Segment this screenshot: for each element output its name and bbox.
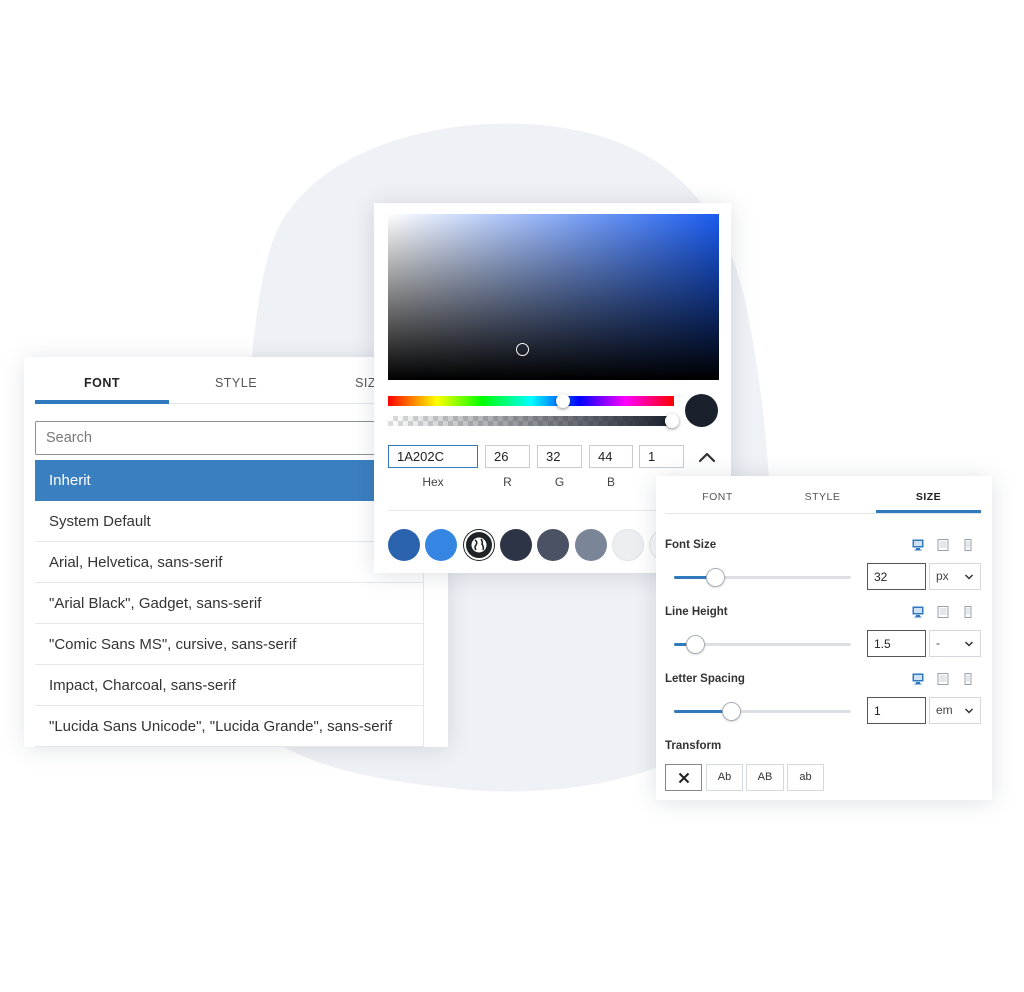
alpha-input[interactable]: [639, 445, 684, 468]
chevron-down-icon: [964, 708, 974, 714]
transform-capitalize-button[interactable]: Ab: [706, 764, 743, 791]
blue-input[interactable]: [589, 445, 633, 468]
unit-value: px: [936, 569, 949, 583]
color-swatch[interactable]: [425, 529, 457, 561]
letter-spacing-input[interactable]: [867, 697, 926, 724]
font-list-item[interactable]: System Default: [35, 501, 423, 542]
transform-lowercase-button[interactable]: ab: [787, 764, 824, 791]
color-swatch[interactable]: [388, 529, 420, 561]
alpha-slider-thumb[interactable]: [665, 414, 679, 428]
line-height-input[interactable]: [867, 630, 926, 657]
desktop-icon[interactable]: [912, 673, 924, 685]
letter-spacing-slider-knob[interactable]: [721, 702, 741, 721]
desktop-icon[interactable]: [912, 606, 924, 618]
color-swatch[interactable]: [500, 529, 532, 561]
red-input[interactable]: [485, 445, 530, 468]
chevron-down-icon: [964, 574, 974, 580]
font-size-unit-select[interactable]: px: [929, 563, 981, 590]
color-swatch[interactable]: [537, 529, 569, 561]
saturation-area[interactable]: [388, 214, 719, 380]
globe-icon: [464, 530, 494, 560]
line-height-slider[interactable]: [674, 635, 851, 654]
blue-label: B: [606, 475, 615, 489]
font-size-label: Font Size: [665, 539, 717, 551]
transform-label: Transform: [665, 740, 722, 752]
size-panel-tabs: FONT STYLE SIZE: [665, 476, 981, 514]
tablet-icon[interactable]: [937, 539, 949, 551]
line-height-unit-select[interactable]: -: [929, 630, 981, 657]
size-panel: FONT STYLE SIZE Font Size px Line Height: [656, 476, 992, 800]
hex-input[interactable]: [388, 445, 478, 468]
mobile-icon[interactable]: [962, 606, 974, 618]
tablet-icon[interactable]: [937, 606, 949, 618]
hue-slider-thumb[interactable]: [556, 394, 570, 408]
green-input[interactable]: [537, 445, 582, 468]
unit-value: em: [936, 703, 953, 717]
chevron-up-icon[interactable]: [695, 448, 719, 466]
color-swatch[interactable]: [612, 529, 644, 561]
letter-spacing-slider[interactable]: [674, 702, 851, 721]
font-size-input[interactable]: [867, 563, 926, 590]
red-label: R: [503, 475, 512, 489]
font-size-slider[interactable]: [674, 568, 851, 587]
letter-spacing-unit-select[interactable]: em: [929, 697, 981, 724]
clear-icon: [678, 772, 689, 784]
saturation-cursor[interactable]: [516, 343, 529, 356]
tab-font[interactable]: FONT: [35, 376, 169, 390]
tab-size[interactable]: SIZE: [876, 491, 981, 503]
font-size-slider-knob[interactable]: [705, 568, 725, 587]
transform-none-button[interactable]: [665, 764, 702, 791]
color-preview: [685, 394, 718, 427]
font-list-item[interactable]: Impact, Charcoal, sans-serif: [35, 665, 423, 706]
line-height-label: Line Height: [665, 606, 728, 618]
stage: FONT STYLE SIZE Inherit System Default A…: [0, 0, 1024, 992]
color-swatch[interactable]: [575, 529, 607, 561]
line-height-slider-knob[interactable]: [686, 635, 706, 654]
font-list: Inherit System Default Arial, Helvetica,…: [35, 460, 423, 747]
active-tab-indicator: [35, 400, 169, 404]
font-list-item[interactable]: "Arial Black", Gadget, sans-serif: [35, 583, 423, 624]
font-list-item[interactable]: Inherit: [35, 460, 423, 501]
green-label: G: [554, 475, 565, 489]
tab-style[interactable]: STYLE: [770, 491, 875, 503]
font-list-item[interactable]: Arial, Helvetica, sans-serif: [35, 542, 423, 583]
font-list-item[interactable]: "Comic Sans MS", cursive, sans-serif: [35, 624, 423, 665]
active-tab-indicator: [876, 510, 981, 513]
mobile-icon[interactable]: [962, 673, 974, 685]
color-swatch-global[interactable]: [463, 529, 495, 561]
hex-label: Hex: [422, 475, 444, 489]
transform-uppercase-button[interactable]: AB: [746, 764, 784, 791]
font-list-item[interactable]: "Lucida Sans Unicode", "Lucida Grande", …: [35, 706, 423, 747]
tab-style[interactable]: STYLE: [169, 376, 303, 390]
unit-value: -: [936, 636, 940, 650]
tab-font[interactable]: FONT: [665, 491, 770, 503]
chevron-down-icon: [964, 641, 974, 647]
tablet-icon[interactable]: [937, 673, 949, 685]
mobile-icon[interactable]: [962, 539, 974, 551]
hue-slider[interactable]: [388, 394, 674, 408]
alpha-slider[interactable]: [388, 414, 679, 428]
desktop-icon[interactable]: [912, 539, 924, 551]
letter-spacing-label: Letter Spacing: [665, 673, 745, 685]
